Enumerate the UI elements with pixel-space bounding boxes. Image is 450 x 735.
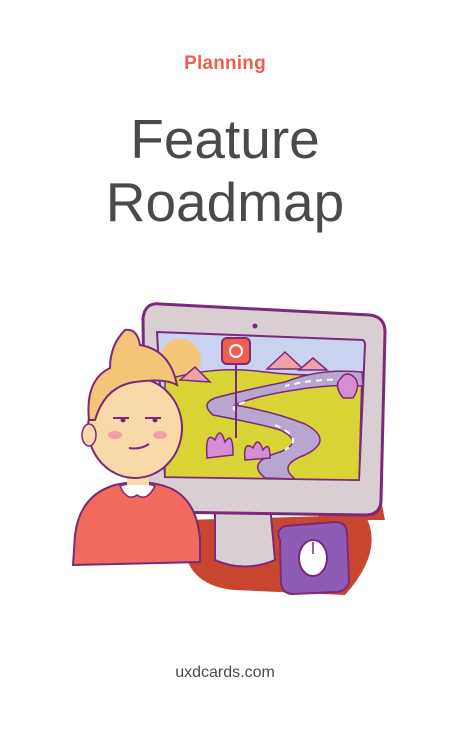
person-ear <box>81 423 97 447</box>
card-title: Feature Roadmap <box>0 108 450 234</box>
monitor-camera <box>252 323 258 329</box>
roadmap-illustration <box>71 302 387 596</box>
footer-website: uxdcards.com <box>175 664 275 681</box>
title-line-2: Roadmap <box>105 171 345 233</box>
card: Planning Feature Roadmap uxdcards.com <box>0 0 450 735</box>
title-line-1: Feature <box>130 108 320 170</box>
map-pin-icon <box>221 337 251 365</box>
category-label: Planning <box>184 53 266 74</box>
tree <box>336 373 359 399</box>
